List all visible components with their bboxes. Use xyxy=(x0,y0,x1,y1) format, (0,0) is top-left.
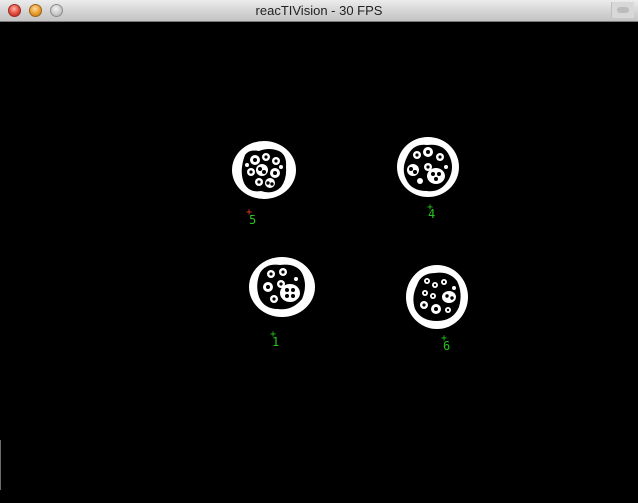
toolbar-toggle-icon[interactable] xyxy=(611,2,634,18)
fiducial-1-id: 1 xyxy=(272,335,280,349)
app-window: reacTIVision - 30 FPS + 5 + 4 + 1 + 6 xyxy=(0,0,638,503)
fiducial-marker-1 xyxy=(249,257,315,317)
window-edge-divider xyxy=(0,440,1,490)
fiducial-4-id: 4 xyxy=(428,207,436,221)
fiducial-6-id: 6 xyxy=(443,339,451,353)
fiducial-marker-6 xyxy=(406,265,468,329)
fiducial-marker-4 xyxy=(397,137,459,197)
fiducial-5-id: 5 xyxy=(249,213,257,227)
camera-view: + 5 + 4 + 1 + 6 xyxy=(0,22,638,503)
title-bar[interactable]: reacTIVision - 30 FPS xyxy=(0,0,638,22)
window-title: reacTIVision - 30 FPS xyxy=(255,3,383,18)
fiducial-marker-5 xyxy=(232,141,296,199)
